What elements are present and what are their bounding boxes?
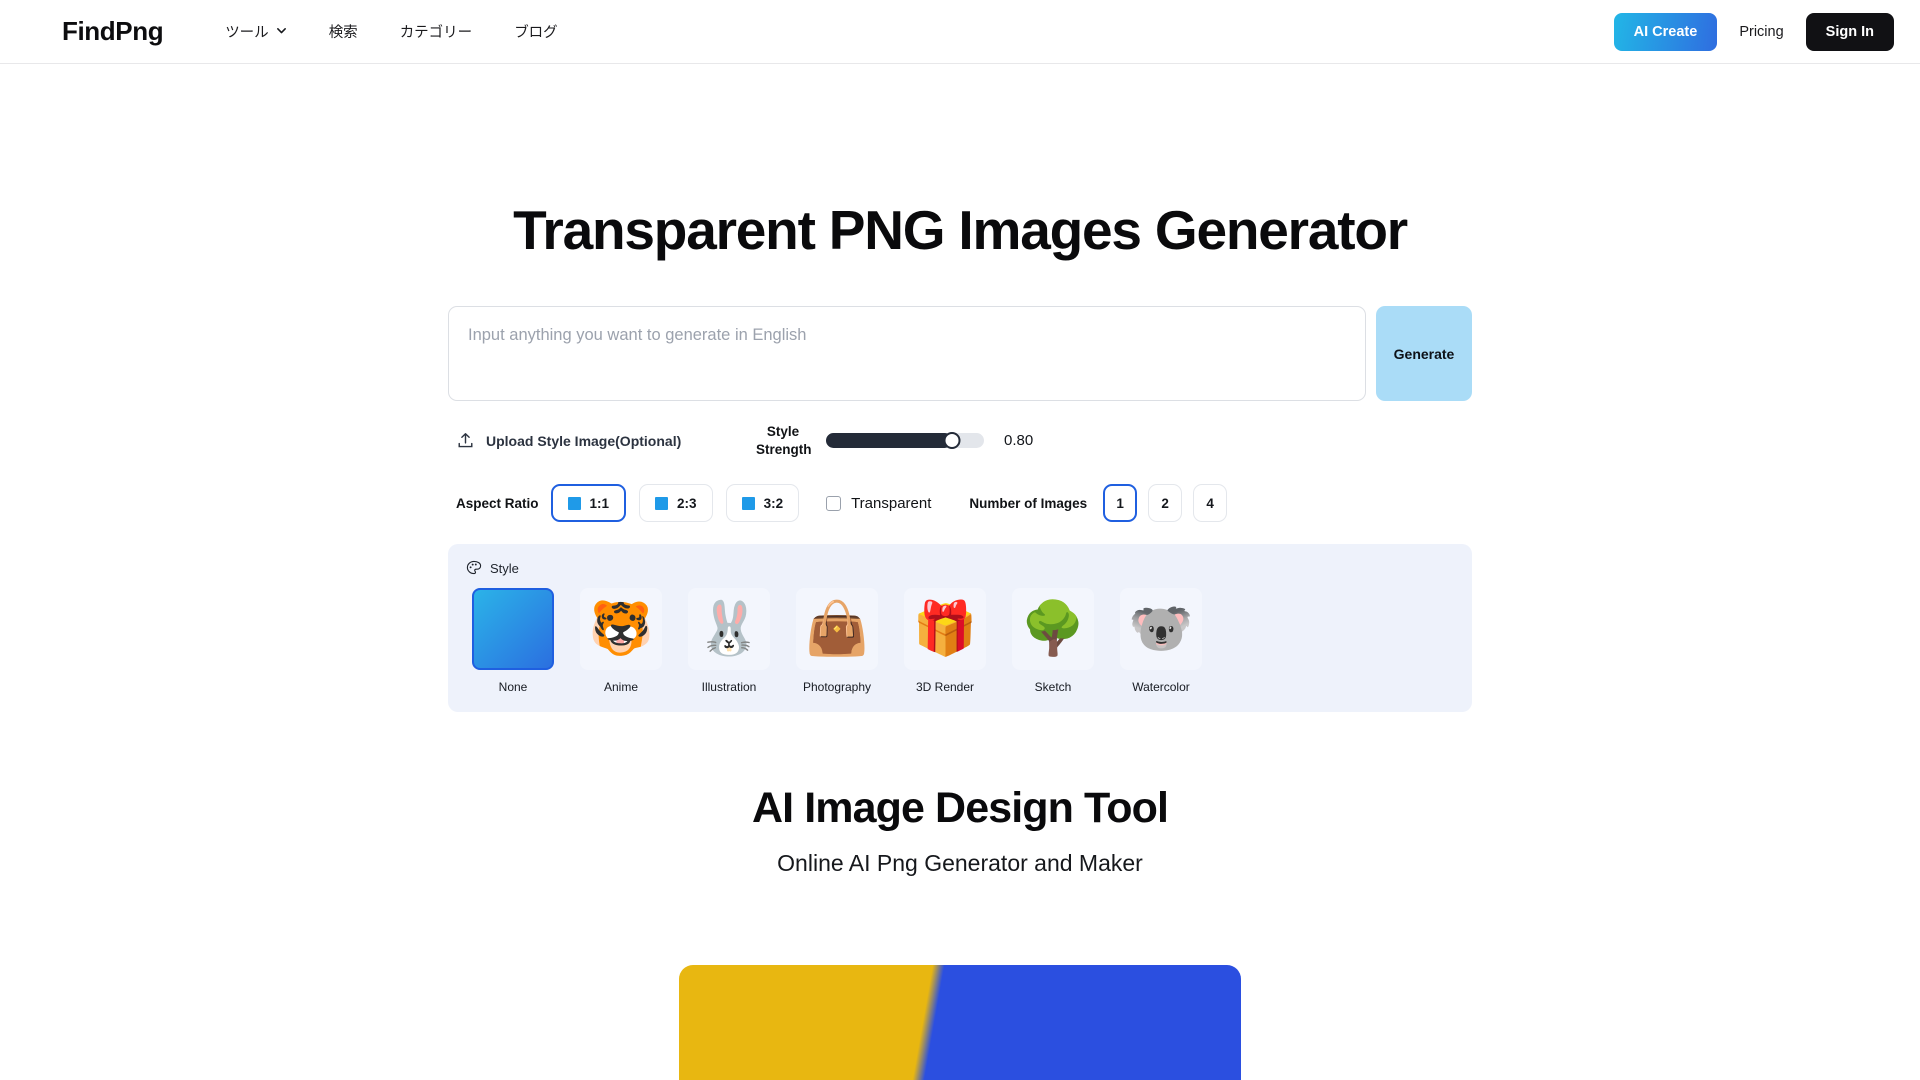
style-option-label: Sketch [1034, 680, 1072, 695]
style-panel: Style None 🐯 Anime 🐰 Illustration 👜 Phot… [448, 544, 1472, 713]
nav-item-label: 検索 [328, 25, 358, 41]
nav-item-tools[interactable]: ツール [225, 21, 287, 42]
style-thumbnail: 🎁 [904, 588, 986, 671]
nav-item-search[interactable]: 検索 [329, 21, 358, 42]
section-title: AI Image Design Tool [751, 784, 1169, 833]
site-header: FindPng ツール 検索 カテゴリー ブログ AI Create Prici… [0, 0, 1920, 64]
square-icon [567, 496, 581, 510]
prompt-row: Generate [448, 306, 1472, 401]
aspect-ratio-label: Aspect Ratio [456, 495, 539, 511]
upload-style-image-label: Upload Style Image(Optional) [486, 432, 682, 449]
style-option-photography[interactable]: 👜 Photography [796, 588, 878, 694]
aspect-and-count-row: Aspect Ratio 1:1 2:3 3:2 Transparent Num… [448, 484, 1472, 523]
style-options-list: None 🐯 Anime 🐰 Illustration 👜 Photograph… [466, 588, 1454, 694]
style-thumbnail: 🐰 [688, 588, 770, 671]
pricing-link[interactable]: Pricing [1739, 24, 1783, 40]
nav-item-category[interactable]: カテゴリー [400, 21, 473, 42]
site-logo[interactable]: FindPng [62, 16, 164, 47]
style-strength-label: Style Strength [756, 424, 812, 457]
style-option-label: None [498, 680, 528, 695]
style-option-label: Anime [603, 680, 638, 695]
prompt-input[interactable] [448, 306, 1366, 401]
upload-icon [456, 431, 475, 450]
aspect-ratio-option-label: 2:3 [677, 495, 697, 511]
upload-and-strength-row: Upload Style Image(Optional) Style Stren… [448, 423, 1472, 458]
style-thumbnail: 👜 [796, 588, 878, 671]
style-option-3d-render[interactable]: 🎁 3D Render [904, 588, 986, 694]
aspect-ratio-option-1-1[interactable]: 1:1 [550, 484, 627, 523]
generate-button[interactable]: Generate [1376, 306, 1472, 401]
transparent-checkbox[interactable]: Transparent [826, 495, 931, 512]
style-option-label: Watercolor [1132, 680, 1190, 695]
square-icon [655, 496, 669, 510]
style-panel-label: Style [490, 560, 519, 576]
slider-fill [826, 433, 953, 449]
nav-item-label: ツール [225, 25, 269, 41]
style-thumbnail: 🌳 [1012, 588, 1094, 671]
style-option-illustration[interactable]: 🐰 Illustration [688, 588, 770, 694]
image-count-option-2[interactable]: 2 [1148, 484, 1183, 523]
aspect-ratio-option-label: 3:2 [763, 495, 784, 511]
style-option-label: Illustration [701, 680, 757, 695]
style-option-label: 3D Render [915, 680, 975, 695]
style-strength-slider[interactable] [826, 432, 984, 450]
sign-in-button[interactable]: Sign In [1805, 12, 1894, 51]
section-subtitle: Online AI Png Generator and Maker [777, 850, 1143, 877]
style-option-anime[interactable]: 🐯 Anime [580, 588, 662, 694]
style-option-none[interactable]: None [472, 588, 554, 694]
style-thumbnail [472, 588, 554, 671]
aspect-ratio-option-3-2[interactable]: 3:2 [725, 484, 800, 523]
style-panel-header: Style [466, 560, 1454, 576]
slider-thumb[interactable] [943, 432, 961, 450]
image-count-option-4[interactable]: 4 [1193, 484, 1228, 523]
palette-icon [466, 560, 482, 576]
showcase-card[interactable] [679, 965, 1241, 1080]
transparent-label: Transparent [851, 494, 932, 512]
checkbox-box-icon [826, 495, 842, 511]
header-actions: AI Create Pricing Sign In [1613, 12, 1894, 51]
page-title: Transparent PNG Images Generator [513, 199, 1408, 261]
aspect-ratio-option-2-3[interactable]: 2:3 [639, 484, 713, 523]
style-option-label: Photography [802, 680, 872, 695]
upload-style-image-button[interactable]: Upload Style Image(Optional) [456, 431, 756, 450]
main-content: Transparent PNG Images Generator Generat… [0, 64, 1920, 1080]
style-option-sketch[interactable]: 🌳 Sketch [1012, 588, 1094, 694]
number-of-images-label: Number of Images [969, 495, 1088, 511]
nav-item-label: カテゴリー [399, 25, 473, 41]
square-icon [741, 496, 755, 510]
generator-panel: Generate Upload Style Image(Optional) St… [448, 306, 1472, 523]
aspect-ratio-option-label: 1:1 [589, 495, 610, 511]
nav-item-label: ブログ [514, 25, 558, 41]
chevron-down-icon [276, 25, 287, 36]
main-navigation: ツール 検索 カテゴリー ブログ [225, 21, 558, 42]
style-thumbnail: 🐨 [1120, 588, 1202, 671]
style-strength-value: 0.80 [1004, 432, 1034, 450]
style-thumbnail: 🐯 [580, 588, 662, 671]
style-option-watercolor[interactable]: 🐨 Watercolor [1120, 588, 1202, 694]
image-count-option-1[interactable]: 1 [1103, 484, 1138, 523]
nav-item-blog[interactable]: ブログ [514, 21, 558, 42]
ai-create-button[interactable]: AI Create [1613, 12, 1718, 51]
